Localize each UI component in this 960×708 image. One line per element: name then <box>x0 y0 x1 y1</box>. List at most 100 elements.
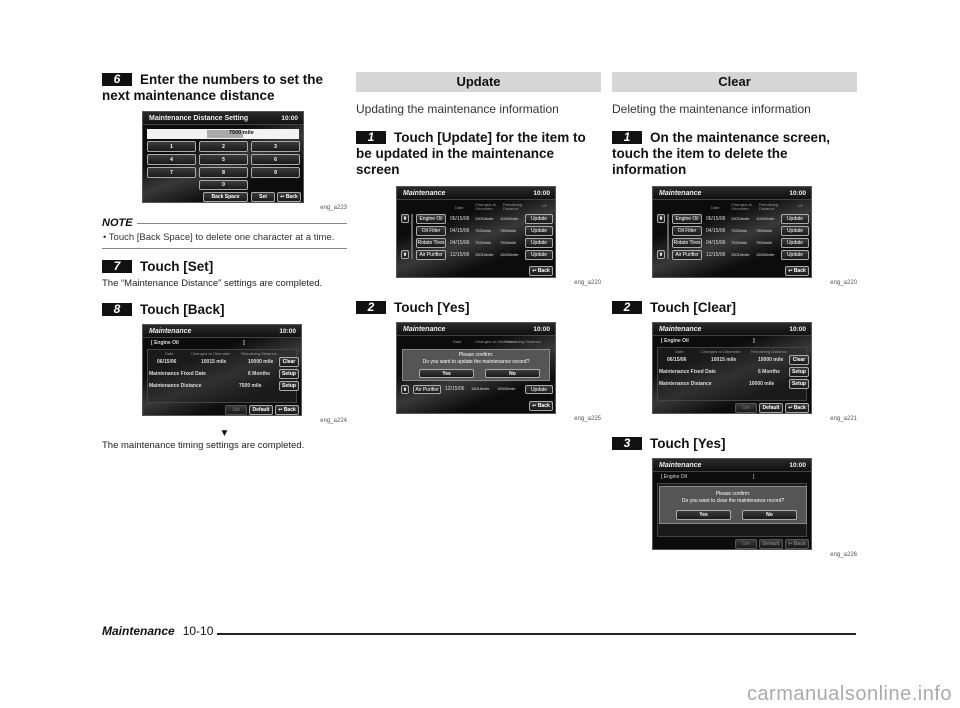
set-name-button[interactable]: Set Name <box>735 403 757 413</box>
return-icon: ↩ <box>788 268 793 274</box>
update-button[interactable]: Update <box>781 238 809 248</box>
key-4[interactable]: 4 <box>147 154 196 165</box>
row-odometer: 10015mile <box>475 216 494 221</box>
yes-button[interactable]: Yes <box>676 510 731 520</box>
completed-text: The maintenance timing settings are comp… <box>102 440 305 451</box>
image-caption: eng_a221 <box>830 416 857 422</box>
return-icon: ↩ <box>280 194 285 200</box>
row-remaining: 10000mile <box>500 216 519 221</box>
update-button[interactable]: Update <box>525 214 553 224</box>
step-2-heading: 2 Touch [Yes] <box>356 300 601 316</box>
clock: 10:00 <box>789 190 806 197</box>
no-button[interactable]: No <box>485 369 540 378</box>
key-2[interactable]: 2 <box>199 141 248 152</box>
row-date: 06/15/06 <box>450 216 470 222</box>
list-item-button[interactable]: Air Purifier <box>672 250 702 260</box>
setup-button[interactable]: Setup <box>279 381 299 391</box>
watermark: carmanualsonline.info <box>746 683 952 705</box>
clock: 10:00 <box>281 115 298 122</box>
row-odometer: 15015mile <box>475 252 494 257</box>
scroll-up-button[interactable]: ⇞ <box>401 214 409 223</box>
step-6-heading: 6 Enter the numbers to set the next maint… <box>102 72 324 103</box>
update-button[interactable]: Update <box>525 385 553 394</box>
update-button[interactable]: Update <box>781 250 809 260</box>
list-item-button[interactable]: Engine Oil <box>672 214 702 224</box>
key-6[interactable]: 6 <box>251 154 300 165</box>
back-button[interactable]: ↩ Back <box>275 405 299 415</box>
column-header-remaining: Remaining Distance <box>759 202 779 211</box>
list-item-button[interactable]: Rotate Tires <box>416 238 446 248</box>
row-date: 04/15/06 <box>706 240 726 246</box>
image-caption: eng_a220 <box>830 280 857 286</box>
scrollbar[interactable] <box>667 214 669 259</box>
key-8[interactable]: 8 <box>199 167 248 178</box>
key-7[interactable]: 7 <box>147 167 196 178</box>
list-item-button[interactable]: Engine Oil <box>416 214 446 224</box>
no-button[interactable]: No <box>742 510 797 520</box>
update-button[interactable]: Update <box>525 226 553 236</box>
yes-button[interactable]: Yes <box>419 369 474 378</box>
back-button[interactable]: ↩ Back <box>529 401 553 411</box>
setup-button[interactable]: Setup <box>279 369 299 379</box>
set-name-button[interactable]: Set Name <box>225 405 247 415</box>
note-text: • Touch [Back Space] to delete one chara… <box>103 232 335 243</box>
scroll-down-button[interactable]: ⇟ <box>401 385 409 394</box>
scrollbar[interactable] <box>411 214 413 259</box>
default-button[interactable]: Default <box>759 403 783 413</box>
list-item-button[interactable]: Rotate Tires <box>672 238 702 248</box>
key-0[interactable]: 0 <box>199 180 248 190</box>
scroll-up-button[interactable]: ⇞ <box>657 214 665 223</box>
list-item-button[interactable]: Oil Filter <box>416 226 446 236</box>
setup-button[interactable]: Setup <box>789 379 809 389</box>
list-item-button[interactable]: Air Purifier <box>416 250 446 260</box>
distance-value-field: 7500 mile <box>147 129 299 139</box>
update-button[interactable]: Update <box>781 214 809 224</box>
return-icon: ↩ <box>532 268 537 274</box>
key-1[interactable]: 1 <box>147 141 196 152</box>
back-button[interactable]: ↩ Back <box>785 539 809 549</box>
return-icon: ↩ <box>278 407 283 413</box>
row-date: 12/15/06 <box>450 252 470 258</box>
step-3-heading: 3 Touch [Yes] <box>612 436 857 452</box>
back-button[interactable]: ↩ Back <box>785 266 809 276</box>
clear-button[interactable]: Clear <box>279 357 299 367</box>
section-subtitle: Deleting the maintenance information <box>612 102 811 116</box>
note-heading: NOTE <box>102 217 347 229</box>
list-item-button[interactable]: Oil Filter <box>672 226 702 236</box>
key-5[interactable]: 5 <box>199 154 248 165</box>
column-header-remaining: Remaining Distance <box>503 202 523 211</box>
set-name-button[interactable]: Set Name <box>735 539 757 549</box>
scroll-down-button[interactable]: ⇟ <box>657 250 665 259</box>
section-title-clear: Clear <box>612 72 857 92</box>
item-air-purifier[interactable]: Air Purifier <box>413 385 441 394</box>
set-button[interactable]: Set <box>251 192 275 202</box>
clear-button[interactable]: Clear <box>789 355 809 365</box>
return-icon: ↩ <box>532 403 537 409</box>
column-header-changed: Changed at Odometer <box>731 202 752 211</box>
scroll-down-button[interactable]: ⇟ <box>401 250 409 259</box>
back-space-button[interactable]: Back Space <box>203 192 248 202</box>
default-button[interactable]: Default <box>249 405 273 415</box>
back-button[interactable]: ↩ Back <box>785 403 809 413</box>
row-date: 04/15/06 <box>706 228 726 234</box>
key-3[interactable]: 3 <box>251 141 300 152</box>
maintenance-list-screen: Maintenance 10:00 1/2 Date Changed at Odomet… <box>652 186 812 278</box>
item-name: [ Engine Oil <box>151 340 179 346</box>
update-button[interactable]: Update <box>525 250 553 260</box>
update-button[interactable]: Update <box>525 238 553 248</box>
return-icon: ↩ <box>788 405 793 411</box>
image-caption: eng_a225 <box>574 416 601 422</box>
screen-title: Maintenance <box>403 190 446 197</box>
clear-confirm-screen: Maintenance 10:00 [ Engine Oil ] Please … <box>652 458 812 550</box>
step-1-heading: 1 On the maintenance screen, touch the it… <box>612 130 831 177</box>
key-9[interactable]: 9 <box>251 167 300 178</box>
column-header-date: Date <box>711 205 720 210</box>
back-button[interactable]: ↩ Back <box>277 192 301 202</box>
screen-title: Maintenance Distance Setting <box>149 115 249 122</box>
default-button[interactable]: Default <box>759 539 783 549</box>
row-date: 06/15/06 <box>706 216 726 222</box>
setup-button[interactable]: Setup <box>789 367 809 377</box>
update-button[interactable]: Update <box>781 226 809 236</box>
back-button[interactable]: ↩ Back <box>529 266 553 276</box>
column-header-changed: Changed at Odometer <box>475 202 496 211</box>
